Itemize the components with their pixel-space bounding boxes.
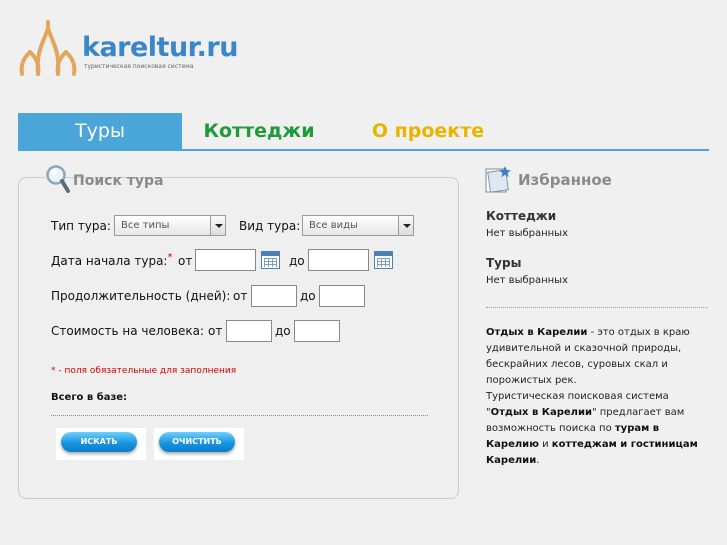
favorites-title: Избранное (518, 171, 612, 189)
magnifier-icon (46, 165, 70, 193)
panel-title: Поиск тура (73, 173, 164, 189)
panel-header: Поиск тура (45, 164, 164, 194)
price-label: Стоимость на человека: (51, 324, 204, 338)
favorites-tours-heading: Туры (486, 256, 522, 270)
duration-to-input[interactable] (319, 285, 365, 307)
date-from-label: от (178, 254, 193, 268)
calendar-icon[interactable] (261, 251, 280, 269)
chevron-down-icon (398, 216, 413, 235)
about-text-part: . (536, 455, 540, 466)
favorites-folder-icon (485, 166, 511, 193)
about-text: Отдых в Карелии - это отдых в краю удиви… (486, 325, 710, 469)
price-to-label: до (275, 324, 291, 338)
divider (51, 415, 428, 416)
tab-cottages[interactable]: Коттеджи (194, 113, 324, 151)
tour-search-panel: Поиск тура Тип тура: Все типы Вид тура: … (18, 164, 459, 499)
divider (486, 307, 708, 308)
tour-type-label: Тип тура: (51, 219, 111, 233)
total-in-base: Всего в базе: (51, 392, 128, 403)
date-to-input[interactable] (308, 249, 369, 271)
site-logo[interactable]: kareltur.ru туристическая поисковая сист… (16, 18, 238, 82)
search-button-box: ИСКАТЬ (56, 428, 146, 460)
favorites-cottages-heading: Коттеджи (486, 209, 557, 223)
tour-type-select[interactable]: Все типы (114, 215, 226, 236)
duration-label: Продолжительность (дней): (51, 289, 231, 303)
calendar-icon[interactable] (374, 251, 393, 269)
required-mark: * (167, 252, 173, 263)
start-date-label-text: Дата начала тура: (51, 254, 168, 268)
main-nav: Туры Коттеджи О проекте (18, 113, 709, 151)
church-domes-logo-icon (19, 20, 77, 76)
duration-from-input[interactable] (251, 285, 297, 307)
about-bold: Отдых в Карелии (486, 327, 588, 338)
price-from-input[interactable] (226, 320, 272, 342)
clear-button[interactable]: ОЧИСТИТЬ (159, 432, 235, 452)
duration-from-label: от (233, 289, 248, 303)
logo-text: kareltur.ru (82, 32, 238, 63)
search-button[interactable]: ИСКАТЬ (61, 432, 137, 452)
favorites-tours-value: Нет выбранных (486, 275, 568, 286)
date-to-label: до (289, 254, 305, 268)
tour-type-value: Все типы (121, 220, 170, 231)
chevron-down-icon (210, 216, 225, 235)
favorites-cottages-value: Нет выбранных (486, 228, 568, 239)
logo-subtitle: туристическая поисковая система (84, 63, 194, 70)
price-to-input[interactable] (294, 320, 340, 342)
price-from-label: от (208, 324, 223, 338)
tour-kind-label: Вид тура: (239, 219, 301, 233)
duration-to-label: до (300, 289, 316, 303)
tab-tours[interactable]: Туры (18, 113, 182, 151)
about-text-part: и (538, 439, 552, 450)
tab-about[interactable]: О проекте (358, 113, 498, 151)
date-from-input[interactable] (195, 249, 256, 271)
clear-button-box: ОЧИСТИТЬ (154, 428, 244, 460)
tour-kind-select[interactable]: Все виды (302, 215, 414, 236)
start-date-label: Дата начала тура:* (51, 252, 173, 268)
required-note: * - поля обязательные для заполнения (51, 366, 237, 376)
about-bold: Отдых в Карелии (490, 407, 592, 418)
tour-kind-value: Все виды (309, 220, 358, 231)
